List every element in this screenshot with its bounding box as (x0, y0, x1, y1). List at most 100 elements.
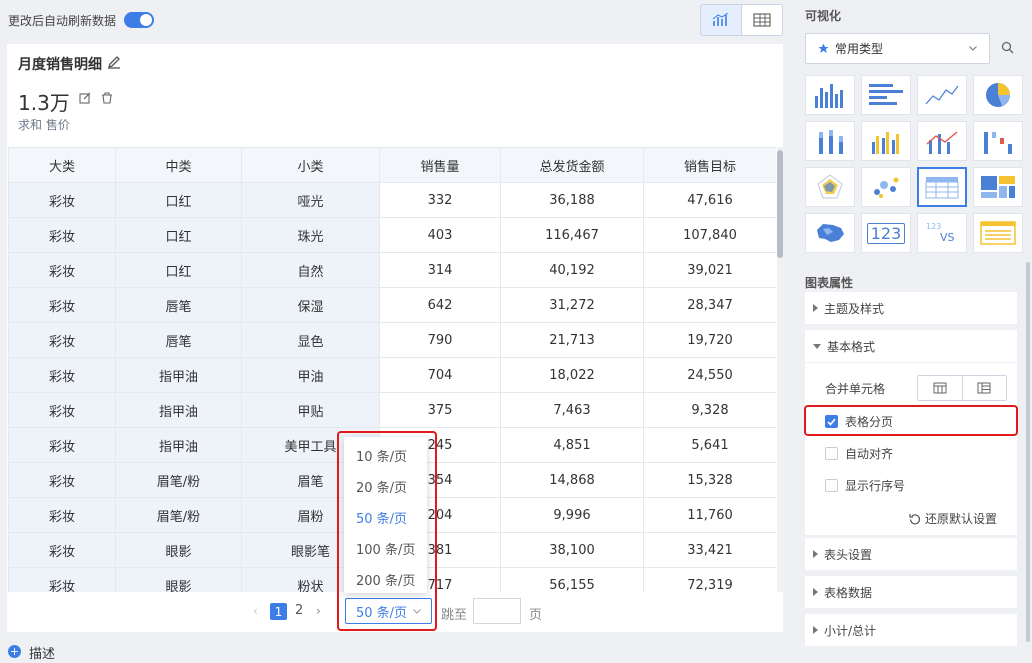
star-icon (818, 43, 829, 53)
column-header[interactable]: 销售量 (379, 147, 501, 183)
chart-tile-compare[interactable]: 123 VS (917, 213, 967, 253)
chart-tile-column[interactable] (805, 75, 855, 115)
option-auto-align[interactable]: 自动对齐 (825, 445, 893, 462)
table-cell: 375 (379, 392, 501, 428)
section-header-label: 表头设置 (824, 547, 873, 562)
chart-tile-treemap[interactable] (973, 167, 1023, 207)
multi-column-icon (872, 132, 899, 154)
treemap-chart-icon (981, 176, 1015, 198)
table-cell: 704 (379, 357, 501, 393)
next-page-button[interactable]: › (316, 604, 321, 618)
table-cell: 指甲油 (115, 392, 242, 428)
table-cell: 彩妆 (8, 357, 116, 393)
chart-tile-scatter[interactable] (861, 167, 911, 207)
table-row: 彩妆 唇笔 保湿 642 31,272 28,347 (8, 287, 776, 323)
section-subtotal[interactable]: 小计/总计 (805, 614, 1017, 646)
section-table-data[interactable]: 表格数据 (805, 576, 1017, 608)
chart-view-button[interactable] (701, 5, 742, 35)
chart-tile-waterfall[interactable] (973, 121, 1023, 161)
table-cell: 9,328 (643, 392, 776, 428)
kpi-compare-small: 123 (926, 222, 942, 231)
table-cell: 11,760 (643, 497, 776, 533)
table-cell: 口红 (115, 182, 242, 218)
table-row: 彩妆 口红 珠光 403 116,467 107,840 (8, 217, 776, 253)
column-header[interactable]: 总发货金额 (500, 147, 644, 183)
table-cell: 彩妆 (8, 497, 116, 533)
summary-value: 1.3万 (18, 91, 70, 115)
waterfall-chart-icon (984, 132, 1012, 154)
table-cell: 14,868 (500, 462, 644, 498)
column-header[interactable]: 大类 (8, 147, 116, 183)
table-header-row: 大类 中类 小类 销售量 总发货金额 销售目标 (8, 147, 776, 183)
merge-cols-icon (977, 382, 991, 394)
delete-icon[interactable] (101, 92, 113, 108)
row-number-checkbox[interactable] (825, 479, 838, 492)
chart-type-grid: 123 123 VS (805, 75, 1023, 253)
table-cell: 眉笔/粉 (115, 497, 242, 533)
search-icon[interactable] (1001, 41, 1014, 58)
column-header[interactable]: 中类 (115, 147, 242, 183)
chart-tile-radar[interactable] (805, 167, 855, 207)
edit-value-icon[interactable] (79, 92, 91, 108)
table-cell: 彩妆 (8, 182, 116, 218)
merge-rows-button[interactable] (918, 376, 963, 400)
table-cell: 5,641 (643, 427, 776, 463)
chart-tile-stacked[interactable] (805, 121, 855, 161)
properties-scrollbar[interactable] (1026, 262, 1030, 642)
chart-tile-pie[interactable] (973, 75, 1023, 115)
table-cell: 彩妆 (8, 462, 116, 498)
table-cell: 显色 (241, 322, 380, 358)
merge-cols-button[interactable] (963, 376, 1007, 400)
page-1-button[interactable]: 1 (270, 603, 287, 620)
merge-cells-options (917, 375, 1007, 401)
table-cell: 珠光 (241, 217, 380, 253)
table-view-button[interactable] (742, 5, 782, 35)
chart-tile-map[interactable] (805, 213, 855, 253)
chart-tile-table[interactable] (917, 167, 967, 207)
table-cell: 40,192 (500, 252, 644, 288)
add-description-icon[interactable]: + (8, 645, 21, 658)
table-cell: 眼影 (115, 567, 242, 592)
highlight-box-page-size (337, 431, 437, 631)
table-row: 彩妆 唇笔 显色 790 21,713 19,720 (8, 322, 776, 358)
caret-right-icon (813, 304, 818, 312)
jump-page-input[interactable] (473, 598, 521, 624)
table-cell: 口红 (115, 217, 242, 253)
chart-type-select[interactable]: 常用类型 (805, 33, 990, 64)
combo-chart-icon (926, 131, 958, 154)
page-2-button[interactable]: 2 (295, 603, 303, 618)
prev-page-button[interactable]: ‹ (253, 604, 258, 618)
table-scroll-thumb[interactable] (777, 150, 783, 258)
section-theme[interactable]: 主题及样式 (805, 292, 1017, 324)
table-cell: 31,272 (500, 287, 644, 323)
table-cell: 9,996 (500, 497, 644, 533)
edit-title-icon[interactable] (107, 55, 121, 73)
description-label[interactable]: 描述 (29, 643, 55, 662)
chart-tile-card-list[interactable] (973, 213, 1023, 253)
auto-align-checkbox[interactable] (825, 447, 838, 460)
section-basic-format[interactable]: 基本格式 (805, 330, 1017, 362)
chart-tile-kpi[interactable]: 123 (861, 213, 911, 253)
table-cell: 36,188 (500, 182, 644, 218)
chart-tile-bar[interactable] (861, 75, 911, 115)
summary-sub-label: 求和 售价 (18, 118, 70, 132)
jump-label: 跳至 (441, 608, 468, 623)
option-row-number[interactable]: 显示行序号 (825, 477, 905, 494)
table-row: 彩妆 指甲油 甲贴 375 7,463 9,328 (8, 392, 776, 428)
table-cell: 彩妆 (8, 532, 116, 568)
restore-defaults-button[interactable]: 还原默认设置 (909, 510, 997, 527)
table-cell: 甲油 (241, 357, 380, 393)
table-cell: 72,319 (643, 567, 776, 592)
auto-refresh-toggle[interactable] (124, 12, 154, 28)
chart-tile-multi[interactable] (861, 121, 911, 161)
chart-properties-title: 图表属性 (805, 276, 854, 290)
chart-tile-combo[interactable] (917, 121, 967, 161)
column-header[interactable]: 小类 (241, 147, 380, 183)
card-title: 月度销售明细 (18, 57, 102, 73)
section-header-settings[interactable]: 表头设置 (805, 538, 1017, 570)
column-header[interactable]: 销售目标 (643, 147, 776, 183)
line-chart-icon (925, 85, 959, 105)
chart-tile-line[interactable] (917, 75, 967, 115)
table-cell: 唇笔 (115, 287, 242, 323)
table-cell: 唇笔 (115, 322, 242, 358)
